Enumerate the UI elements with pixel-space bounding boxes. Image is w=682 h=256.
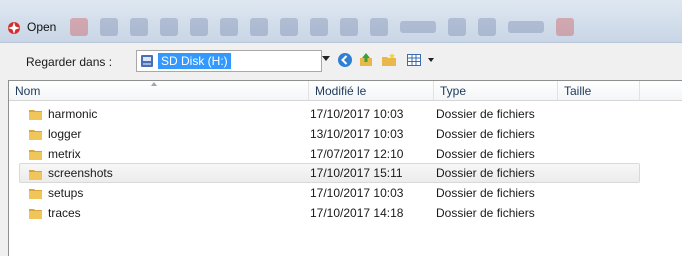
table-row[interactable]: harmonic 17/10/2017 10:03 Dossier de fichi… bbox=[9, 104, 682, 124]
column-header-size[interactable]: Taille bbox=[558, 81, 640, 101]
cell-modified: 13/10/2017 10:03 bbox=[310, 126, 404, 141]
cell-modified: 17/10/2017 10:03 bbox=[310, 186, 404, 201]
column-header-type[interactable]: Type bbox=[434, 81, 558, 101]
cell-modified: 17/10/2017 14:18 bbox=[310, 206, 404, 220]
chevron-down-icon[interactable] bbox=[322, 56, 330, 61]
folder-icon bbox=[29, 170, 42, 181]
cell-type: Dossier de fichiers bbox=[436, 186, 535, 201]
folder-icon bbox=[29, 110, 42, 120]
folder-icon bbox=[29, 209, 42, 219]
app-icon bbox=[8, 22, 20, 34]
cell-modified: 17/07/2017 12:10 bbox=[310, 146, 404, 161]
cell-name: logger bbox=[48, 126, 82, 141]
column-header-label: Type bbox=[440, 84, 467, 98]
look-in-value: SD Disk (H:) bbox=[158, 53, 231, 69]
title-bar: Open bbox=[0, 0, 682, 43]
folder-icon bbox=[29, 149, 42, 160]
folder-icon bbox=[29, 129, 42, 140]
cell-name: setups bbox=[48, 186, 84, 201]
cell-modified: 17/10/2017 10:03 bbox=[310, 107, 404, 121]
cell-name: harmonic bbox=[48, 107, 98, 121]
column-header-label: Modifié le bbox=[315, 84, 367, 98]
up-folder-icon[interactable] bbox=[358, 52, 374, 68]
dialog-body: Regarder dans : SD Disk (H:) Nom Modifié… bbox=[0, 43, 682, 256]
cell-type: Dossier de fichiers bbox=[436, 146, 535, 161]
sort-ascending-icon bbox=[151, 82, 157, 86]
new-folder-icon[interactable] bbox=[381, 52, 397, 68]
cell-modified: 17/10/2017 15:11 bbox=[310, 166, 403, 181]
folder-icon bbox=[29, 189, 42, 200]
cell-type: Dossier de fichiers bbox=[436, 126, 535, 141]
table-row[interactable]: setups 17/10/2017 10:03 Dossier de fichier… bbox=[9, 183, 682, 203]
back-icon[interactable] bbox=[337, 52, 353, 68]
cell-type: Dossier de fichiers bbox=[436, 166, 535, 181]
cell-type: Dossier de fichiers bbox=[436, 206, 535, 220]
look-in-combobox[interactable]: SD Disk (H:) bbox=[136, 50, 322, 72]
cell-name: screenshots bbox=[48, 166, 113, 181]
column-header-label: Taille bbox=[564, 84, 592, 98]
cell-type: Dossier de fichiers bbox=[436, 107, 535, 121]
table-row[interactable]: traces 17/10/2017 14:18 Dossier de fichier… bbox=[9, 203, 682, 223]
column-header-modified[interactable]: Modifié le bbox=[309, 81, 434, 101]
look-in-label: Regarder dans : bbox=[26, 55, 113, 69]
file-list[interactable]: Nom Modifié le Type Taille harmonic 17/10… bbox=[8, 80, 682, 256]
view-menu-chevron-icon[interactable] bbox=[428, 58, 434, 62]
table-row[interactable]: screenshots 17/10/2017 15:11 Dossier de fi… bbox=[19, 163, 640, 184]
table-row[interactable]: metrix 17/07/2017 12:10 Dossier de fichier… bbox=[9, 144, 682, 164]
view-menu-icon[interactable] bbox=[406, 52, 422, 68]
blurred-background-toolbar bbox=[70, 12, 574, 42]
column-header-filler bbox=[640, 81, 682, 101]
column-header-label: Nom bbox=[15, 84, 41, 98]
column-header-name[interactable]: Nom bbox=[9, 81, 309, 101]
table-row[interactable]: logger 13/10/2017 10:03 Dossier de fichier… bbox=[9, 124, 682, 144]
window-title: Open bbox=[27, 20, 57, 34]
drive-icon bbox=[141, 55, 153, 67]
cell-name: traces bbox=[48, 206, 81, 220]
cell-name: metrix bbox=[48, 146, 81, 161]
